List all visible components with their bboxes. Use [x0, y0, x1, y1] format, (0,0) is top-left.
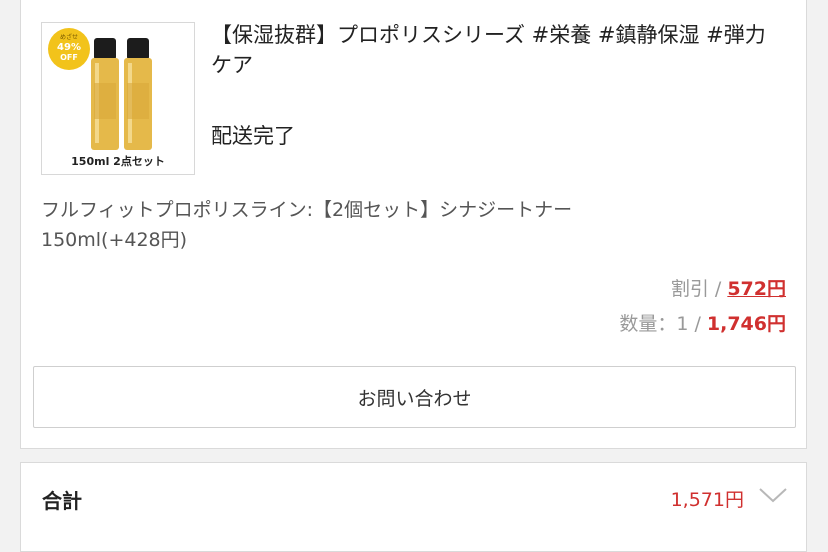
- total-label: 合計: [42, 489, 82, 513]
- product-bottles-image: めざせ 49% OFF: [48, 28, 152, 150]
- product-title[interactable]: 【保湿抜群】プロポリスシリーズ #栄養 #鎮静保湿 #弾力ケア: [211, 20, 781, 80]
- total-amount: 1,571円: [670, 489, 744, 511]
- thumbnail-caption: 150ml 2点セット: [71, 155, 165, 168]
- item-price: 1,746円: [706, 313, 786, 335]
- svg-text:49%: 49%: [57, 42, 81, 53]
- svg-text:めざせ: めざせ: [60, 33, 78, 41]
- discount-row: 割引 / 572円: [671, 274, 786, 301]
- quantity-price-row: 数量：1 / 1,746円: [619, 309, 786, 336]
- option-line-2: 150ml(+428円): [41, 229, 188, 251]
- svg-text:OFF: OFF: [60, 53, 78, 62]
- order-item-card: めざせ 49% OFF 150ml 2点セット 【保湿抜群】プロポリスシリーズ …: [20, 0, 807, 449]
- discount-amount[interactable]: 572円: [727, 278, 786, 300]
- discount-label: 割引 /: [670, 278, 728, 300]
- product-thumbnail[interactable]: めざせ 49% OFF 150ml 2点セット: [41, 22, 195, 175]
- chevron-down-icon[interactable]: [758, 485, 788, 505]
- option-line-1: フルフィットプロポリスライン:【2個セット】シナジートナー: [41, 199, 573, 221]
- inquiry-button[interactable]: お問い合わせ: [33, 366, 796, 428]
- delivery-status: 配送完了: [211, 124, 295, 148]
- product-option: フルフィットプロポリスライン:【2個セット】シナジートナー 150ml(+428…: [41, 195, 741, 255]
- quantity-label: 数量：1 /: [619, 313, 707, 335]
